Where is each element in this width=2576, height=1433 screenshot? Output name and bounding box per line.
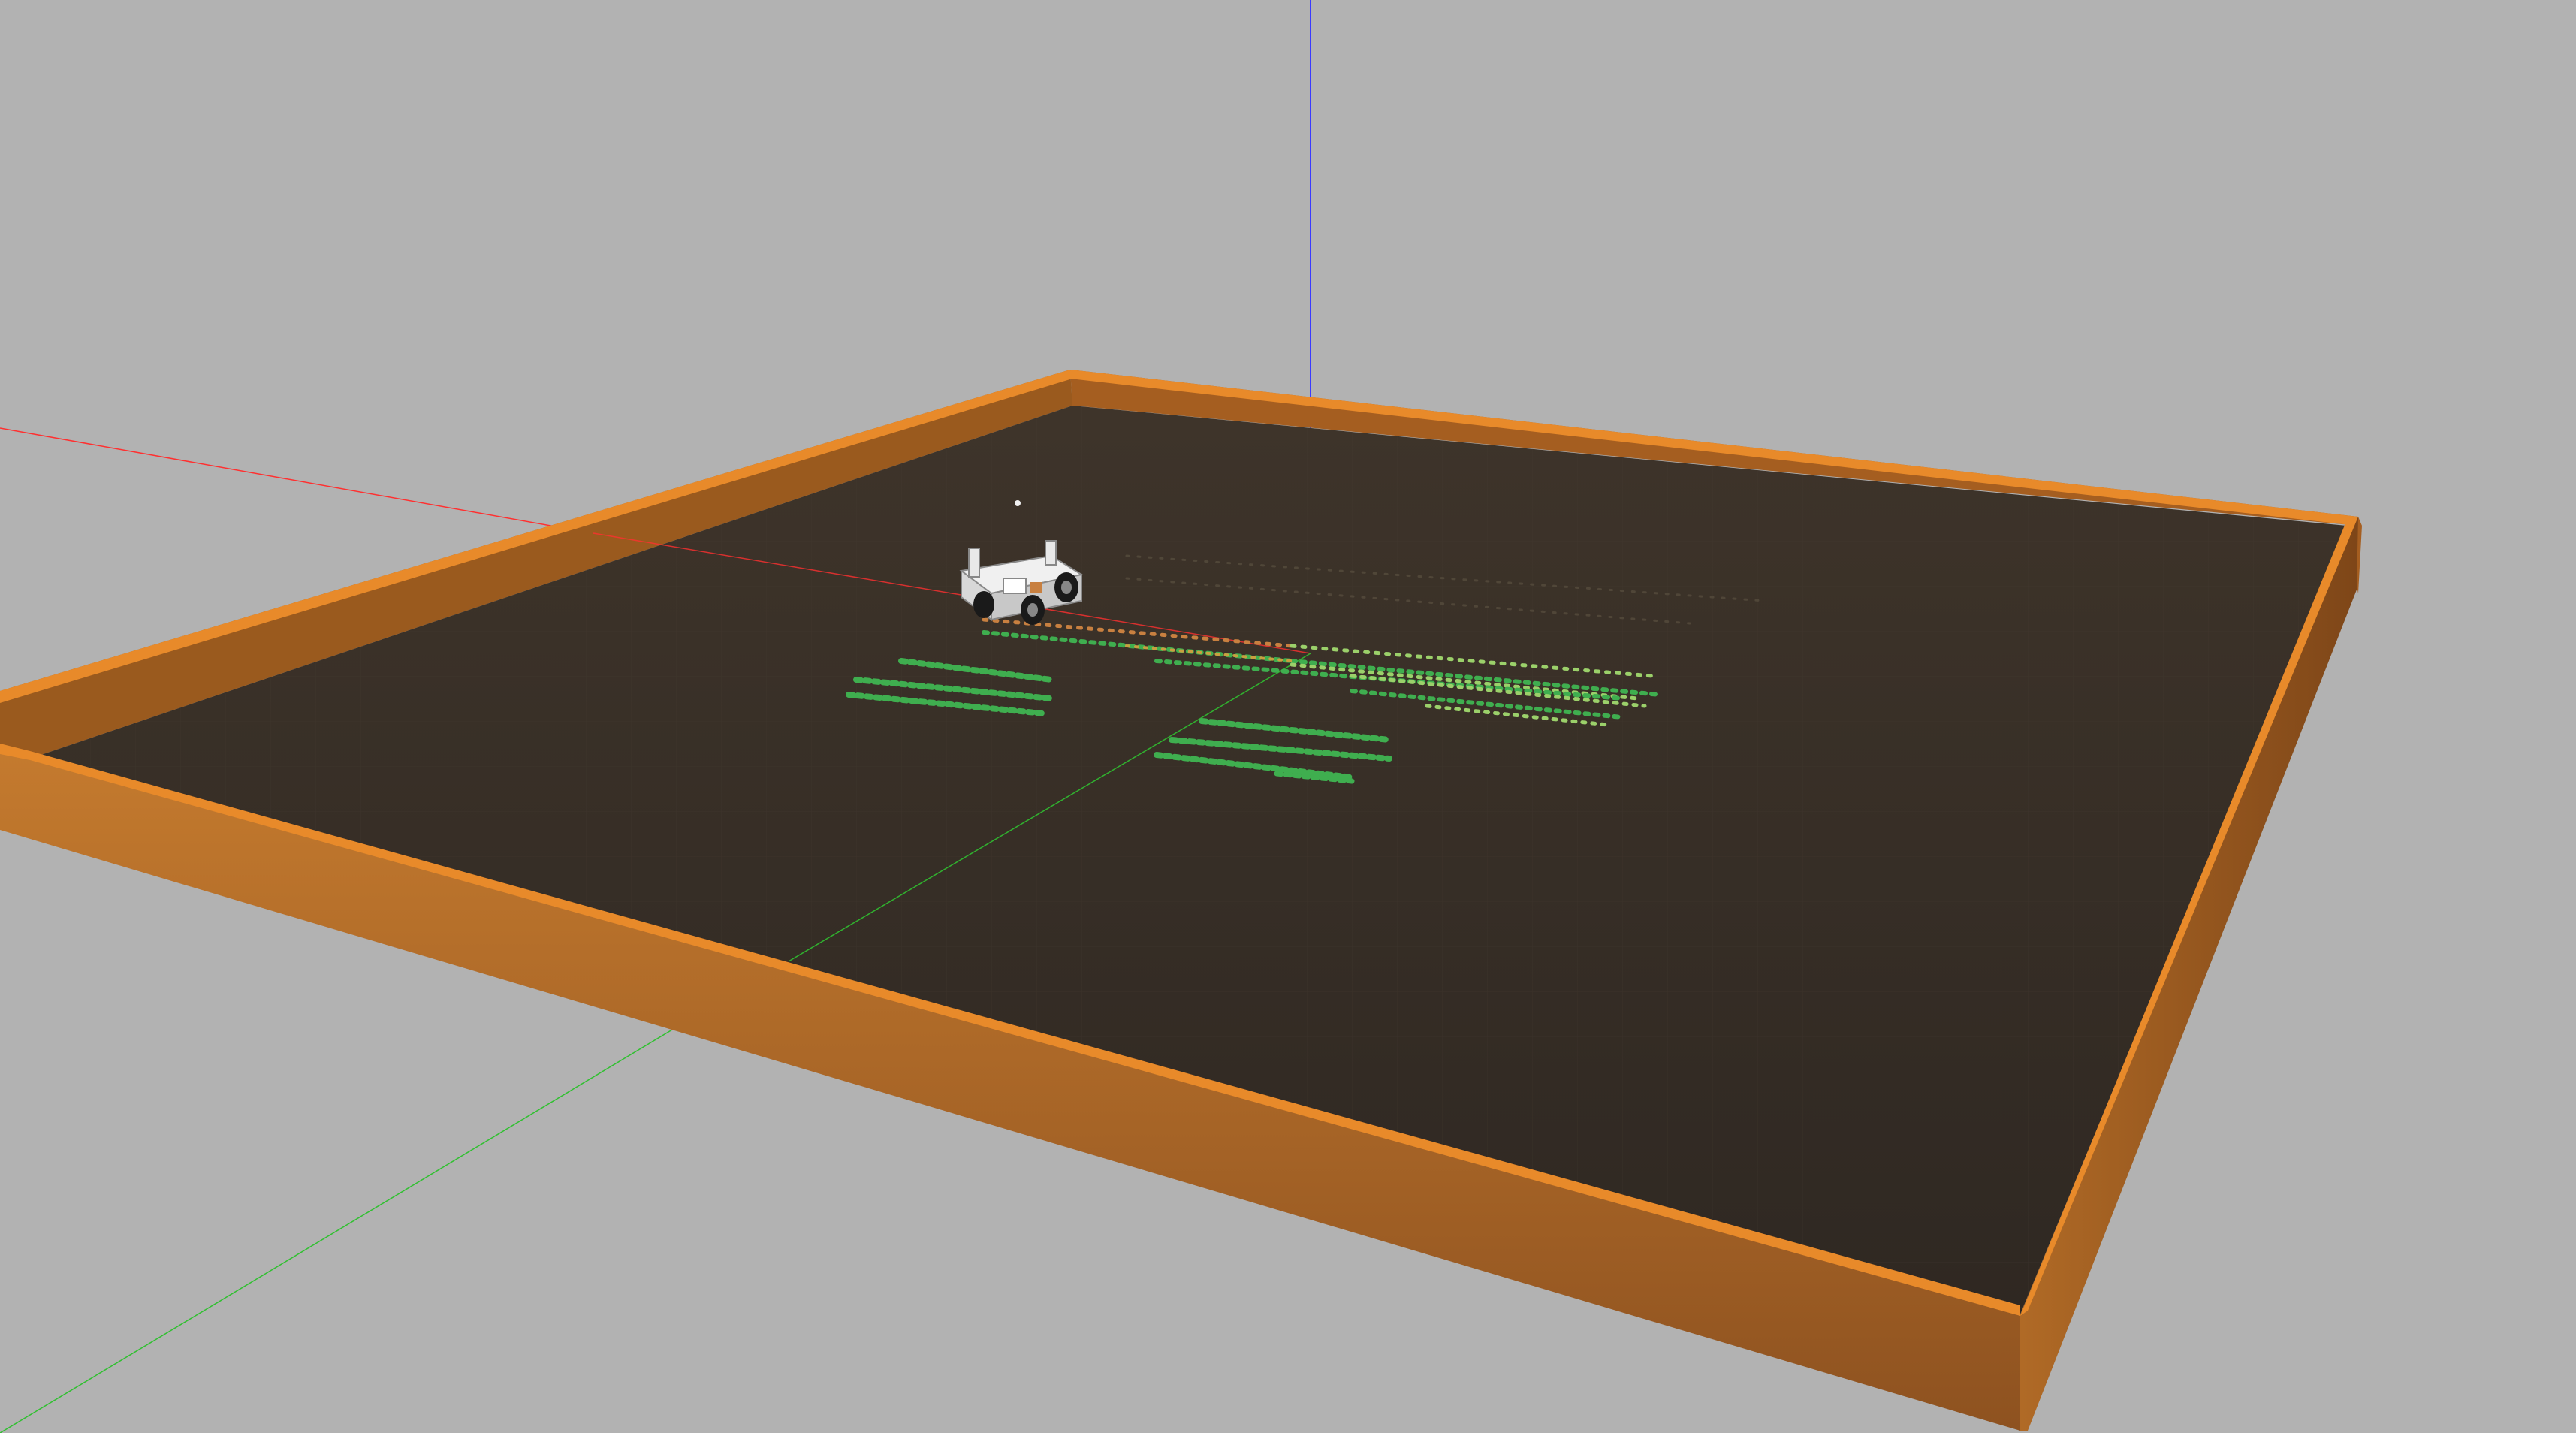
scene-marker bbox=[1015, 500, 1021, 506]
simulation-viewport[interactable] bbox=[0, 0, 2576, 1433]
scene-canvas[interactable] bbox=[0, 0, 2576, 1433]
axis-x-line-outer bbox=[0, 427, 594, 534]
axis-y-line-outer bbox=[0, 1013, 699, 1433]
